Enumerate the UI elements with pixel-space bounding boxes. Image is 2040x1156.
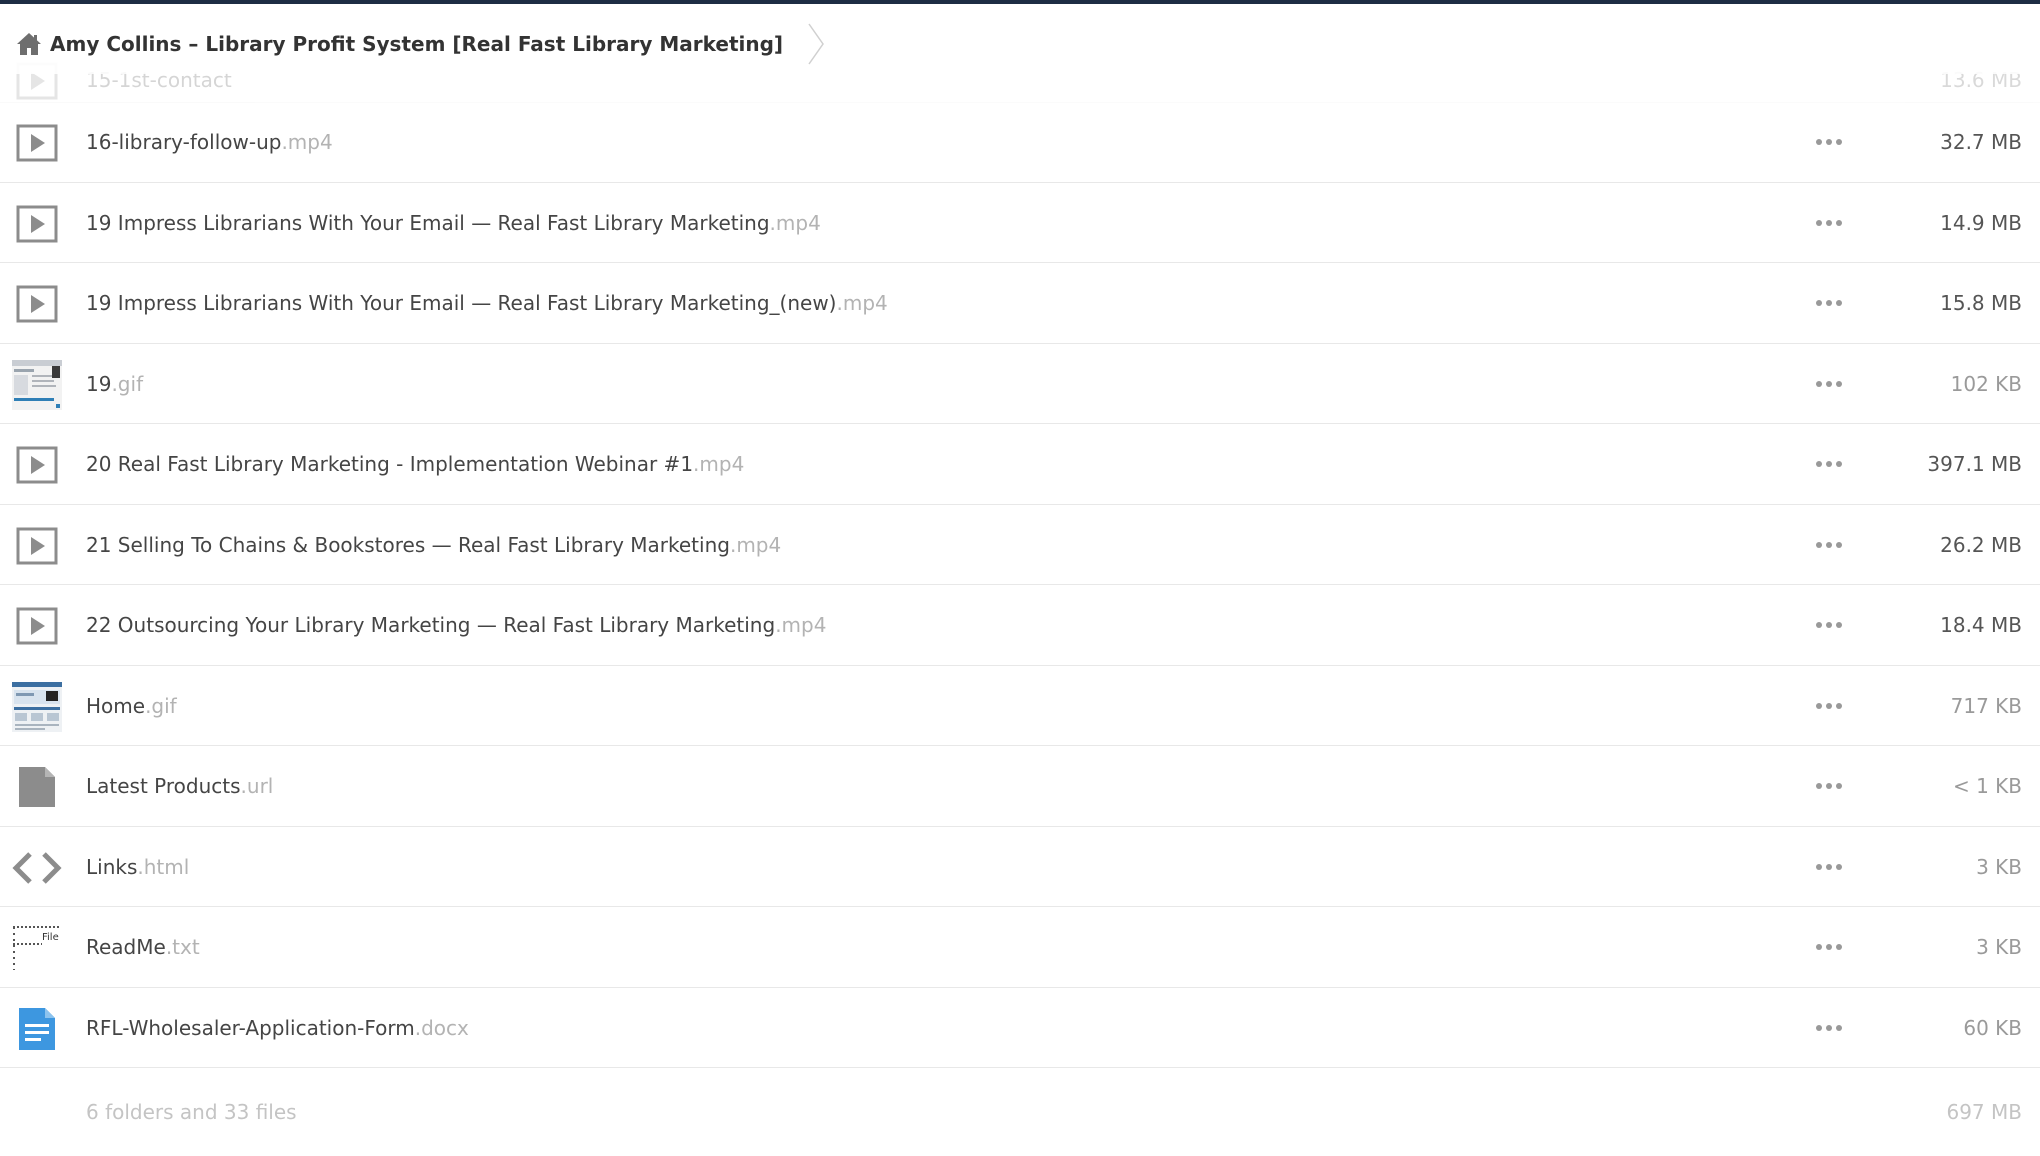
more-options-icon[interactable] (1816, 217, 1842, 229)
more-options-icon[interactable] (1816, 861, 1842, 873)
file-extension: .mp4 (281, 130, 333, 154)
file-extension: .html (137, 854, 190, 879)
file-size: 717 KB (1950, 693, 2022, 718)
file-size: 26.2 MB (1940, 532, 2022, 557)
breadcrumb: Amy Collins – Library Profit System [Rea… (16, 23, 825, 65)
file-row[interactable]: 16-library-follow-up.mp4 32.7 MB (0, 102, 2040, 183)
file-size: 102 KB (1950, 371, 2022, 396)
file-size: 3 KB (1976, 854, 2022, 879)
file-size: 60 KB (1963, 1015, 2022, 1040)
more-options-icon[interactable] (1816, 539, 1842, 551)
file-extension: .url (240, 774, 274, 798)
image-thumbnail (12, 359, 62, 410)
file-row[interactable]: 19 Impress Librarians With Your Email — … (0, 263, 2040, 344)
breadcrumb-current-folder[interactable]: Amy Collins – Library Profit System [Rea… (50, 32, 783, 56)
file-list: 16-library-follow-up.mp4 32.7 MB 19 Impr… (0, 102, 2040, 1068)
folder-summary: 6 folders and 33 files 697 MB (0, 1090, 2040, 1140)
file-name[interactable]: 20 Real Fast Library Marketing - Impleme… (86, 424, 744, 504)
file-name[interactable]: 21 Selling To Chains & Bookstores — Real… (86, 505, 781, 585)
breadcrumb-header: Amy Collins – Library Profit System [Rea… (0, 4, 2040, 74)
more-options-icon[interactable] (1816, 458, 1842, 470)
file-name[interactable]: 19 Impress Librarians With Your Email — … (86, 263, 888, 343)
file-row[interactable]: 21 Selling To Chains & Bookstores — Real… (0, 505, 2040, 585)
file-extension: .txt (165, 935, 200, 959)
file-extension: .mp4 (775, 613, 827, 637)
file-row[interactable]: 19.gif 102 KB (0, 344, 2040, 424)
file-size: 14.9 MB (1940, 210, 2022, 235)
more-options-icon[interactable] (1816, 1022, 1842, 1034)
code-file-icon (12, 846, 62, 890)
file-name[interactable]: 16-library-follow-up.mp4 (86, 102, 333, 182)
video-file-icon (12, 604, 62, 648)
image-thumbnail (12, 681, 62, 732)
file-name[interactable]: 19.gif (86, 344, 143, 424)
file-extension: .gif (111, 371, 144, 396)
file-extension: .mp4 (769, 210, 821, 235)
file-size: 32.7 MB (1940, 130, 2022, 154)
file-row[interactable]: Latest Products.url < 1 KB (0, 746, 2040, 827)
item-count-summary: 6 folders and 33 files (86, 1100, 297, 1124)
more-options-icon[interactable] (1816, 780, 1842, 792)
document-file-icon (12, 1007, 62, 1051)
file-extension: .mp4 (693, 452, 745, 476)
generic-file-icon (12, 765, 62, 809)
more-options-icon[interactable] (1816, 700, 1842, 712)
more-options-icon[interactable] (1816, 297, 1842, 309)
file-extension: .docx (414, 1015, 469, 1040)
file-extension: .mp4 (729, 532, 782, 557)
text-file-thumbnail: File I (12, 926, 62, 970)
more-options-icon[interactable] (1816, 378, 1842, 390)
file-name[interactable]: Latest Products.url (86, 746, 273, 826)
readme-thumbnail-text: File I (42, 932, 62, 943)
file-name[interactable]: RFL-Wholesaler-Application-Form.docx (86, 988, 469, 1068)
file-row[interactable]: RFL-Wholesaler-Application-Form.docx 60 … (0, 988, 2040, 1068)
file-size: 397.1 MB (1927, 452, 2022, 476)
total-size: 697 MB (1946, 1100, 2022, 1124)
file-row[interactable]: 19 Impress Librarians With Your Email — … (0, 183, 2040, 263)
more-options-icon[interactable] (1816, 619, 1842, 631)
file-row[interactable]: File I ReadMe.txt 3 KB (0, 907, 2040, 988)
file-size: 3 KB (1976, 935, 2022, 959)
file-name[interactable]: ReadMe.txt (86, 907, 200, 987)
video-file-icon (12, 202, 62, 246)
file-extension: .mp4 (836, 291, 888, 315)
more-options-icon[interactable] (1816, 136, 1842, 148)
video-file-icon (12, 524, 62, 568)
breadcrumb-chevron-icon (807, 22, 825, 66)
file-row[interactable]: Home.gif 717 KB (0, 666, 2040, 746)
file-row[interactable]: 22 Outsourcing Your Library Marketing — … (0, 585, 2040, 666)
file-name[interactable]: Home.gif (86, 666, 177, 746)
file-name[interactable]: 19 Impress Librarians With Your Email — … (86, 183, 821, 263)
file-size: 18.4 MB (1940, 613, 2022, 637)
video-file-icon (12, 121, 62, 165)
more-options-icon[interactable] (1816, 941, 1842, 953)
file-row[interactable]: Links.html 3 KB (0, 827, 2040, 907)
video-file-icon (12, 282, 62, 326)
file-size: 15.8 MB (1940, 291, 2022, 315)
file-size: < 1 KB (1952, 774, 2022, 798)
file-name[interactable]: Links.html (86, 827, 189, 907)
video-file-icon (12, 443, 62, 487)
file-name[interactable]: 22 Outsourcing Your Library Marketing — … (86, 585, 826, 665)
file-extension: .gif (145, 693, 177, 718)
home-icon[interactable] (16, 31, 42, 57)
file-row[interactable]: 20 Real Fast Library Marketing - Impleme… (0, 424, 2040, 505)
